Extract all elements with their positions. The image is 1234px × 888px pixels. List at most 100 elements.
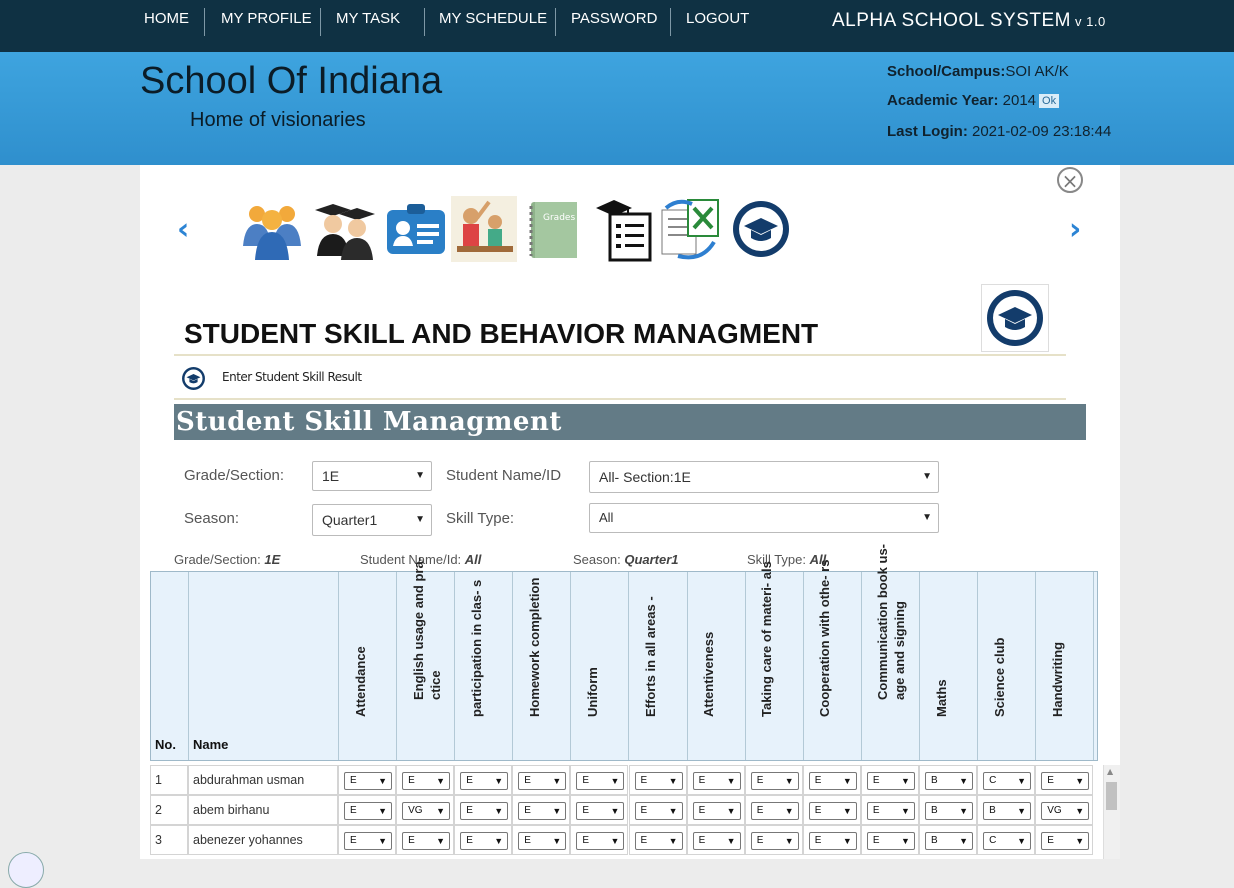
grade-select[interactable]: VG ▼: [402, 802, 451, 820]
chevron-down-icon: ▼: [1017, 836, 1027, 846]
graduation-cap-icon: [182, 367, 205, 390]
grade-select[interactable]: E ▼: [1041, 772, 1090, 790]
grade-value: E: [1047, 775, 1054, 786]
header-skill-label: English usage and pra- ctice: [410, 556, 443, 700]
grade-select[interactable]: E ▼: [576, 802, 625, 820]
grade-select[interactable]: E ▼: [750, 802, 799, 820]
grade-select[interactable]: E ▼: [518, 832, 567, 850]
grade-select[interactable]: E ▼: [634, 772, 683, 790]
nav-my-schedule[interactable]: MY SCHEDULE: [439, 0, 547, 40]
nav-my-task[interactable]: MY TASK: [336, 0, 400, 40]
graduation-cap-icon[interactable]: [728, 196, 794, 262]
student-name-value: All- Section:1E: [599, 469, 691, 485]
grade-select[interactable]: E ▼: [402, 832, 451, 850]
nav-logout[interactable]: LOGOUT: [686, 0, 749, 40]
scrollbar-thumb[interactable]: [1106, 782, 1117, 810]
grade-select[interactable]: E ▼: [576, 772, 625, 790]
grade-select[interactable]: E ▼: [750, 772, 799, 790]
chevron-down-icon: ▼: [900, 836, 910, 846]
grade-section-label: Grade/Section:: [184, 467, 285, 484]
chevron-down-icon: ▼: [415, 470, 425, 481]
grades-book-icon[interactable]: Grades: [521, 196, 587, 262]
id-card-icon[interactable]: [383, 196, 449, 262]
grade-select[interactable]: C ▼: [983, 832, 1032, 850]
chevron-down-icon: ▼: [1075, 836, 1085, 846]
grade-cell: E ▼: [570, 825, 629, 855]
grade-select[interactable]: E ▼: [808, 832, 857, 850]
grade-select[interactable]: E ▼: [634, 802, 683, 820]
grade-select[interactable]: E ▼: [750, 832, 799, 850]
grade-value: E: [814, 805, 822, 816]
grade-select[interactable]: E ▼: [518, 772, 567, 790]
chat-widget-icon[interactable]: [8, 852, 44, 888]
grade-select[interactable]: E ▼: [634, 832, 683, 850]
grade-select[interactable]: E ▼: [692, 772, 741, 790]
grade-select[interactable]: E ▼: [518, 802, 567, 820]
grade-value: E: [814, 775, 822, 786]
grade-cell: E ▼: [628, 825, 687, 855]
header-skill-label: Handwriting: [1049, 641, 1065, 717]
prev-arrow-icon[interactable]: ‹: [177, 212, 189, 247]
grade-value: E: [698, 775, 706, 786]
grade-cell: E ▼: [454, 795, 513, 825]
grade-select[interactable]: E ▼: [866, 802, 915, 820]
grade-select[interactable]: E ▼: [808, 772, 857, 790]
grade-select[interactable]: E ▼: [460, 802, 509, 820]
chevron-down-icon: ▼: [900, 776, 910, 786]
graduates-icon[interactable]: [311, 196, 377, 262]
grade-select[interactable]: VG ▼: [1041, 802, 1090, 820]
grade-select[interactable]: E ▼: [344, 832, 392, 850]
skill-type-select[interactable]: All ▼: [589, 503, 939, 533]
grade-select[interactable]: B ▼: [925, 772, 973, 790]
grade-value: E: [350, 775, 357, 786]
table-scrollbar[interactable]: ▲: [1103, 765, 1120, 859]
next-arrow-icon[interactable]: ›: [1069, 212, 1081, 247]
close-icon[interactable]: ×: [1057, 167, 1083, 193]
grade-select[interactable]: E ▼: [808, 802, 857, 820]
nav-home[interactable]: HOME: [144, 0, 189, 40]
users-icon[interactable]: [239, 196, 305, 262]
classroom-icon[interactable]: [451, 196, 517, 262]
grade-select[interactable]: E ▼: [344, 802, 392, 820]
section-header: Student Skill Managment: [174, 404, 1086, 440]
grade-select[interactable]: E ▼: [692, 832, 741, 850]
grade-select[interactable]: E ▼: [460, 832, 509, 850]
school-name: School Of Indiana: [140, 60, 443, 102]
grade-select[interactable]: C ▼: [983, 772, 1032, 790]
grade-value: E: [466, 775, 473, 786]
grade-value: E: [756, 805, 764, 816]
grade-select[interactable]: E ▼: [344, 772, 392, 790]
student-name-select[interactable]: All- Section:1E ▼: [589, 461, 939, 493]
enter-skill-result-link[interactable]: Enter Student Skill Result: [222, 370, 362, 384]
student-name-label: Student Name/ID: [446, 467, 562, 484]
grade-select[interactable]: E ▼: [866, 772, 915, 790]
scroll-up-icon[interactable]: ▲: [1107, 767, 1113, 776]
nav-my-profile[interactable]: MY PROFILE: [221, 0, 312, 40]
grade-select[interactable]: E ▼: [460, 772, 509, 790]
grade-select[interactable]: B ▼: [983, 802, 1032, 820]
chevron-down-icon: ▼: [922, 471, 932, 482]
page-title: STUDENT SKILL AND BEHAVIOR MANAGMENT: [184, 318, 819, 349]
grade-select[interactable]: E ▼: [576, 832, 625, 850]
grade-select[interactable]: E ▼: [692, 802, 741, 820]
grade-cell: E ▼: [570, 765, 629, 795]
grade-select[interactable]: B ▼: [925, 832, 973, 850]
grade-cell: VG ▼: [396, 795, 455, 825]
filter-grade-label: Grade/Section:: [174, 552, 261, 567]
ok-button[interactable]: Ok: [1039, 94, 1060, 109]
checklist-icon[interactable]: [592, 196, 658, 262]
chevron-down-icon: ▼: [900, 806, 910, 816]
grade-cell: E ▼: [686, 765, 745, 795]
grade-cell: E ▼: [628, 765, 687, 795]
grade-select[interactable]: E ▼: [1041, 832, 1090, 850]
grade-section-select[interactable]: 1E ▼: [312, 461, 432, 491]
header-skill-label: Science club: [991, 637, 1007, 717]
header-skill-label: Communication book us- age and signing: [875, 544, 908, 700]
excel-sync-icon[interactable]: [658, 196, 724, 262]
grade-select[interactable]: E ▼: [402, 772, 451, 790]
grade-select[interactable]: E ▼: [866, 832, 915, 850]
season-select[interactable]: Quarter1 ▼: [312, 504, 432, 536]
grade-cell: E ▼: [1035, 825, 1094, 855]
grade-select[interactable]: B ▼: [925, 802, 973, 820]
nav-password[interactable]: PASSWORD: [571, 0, 657, 40]
